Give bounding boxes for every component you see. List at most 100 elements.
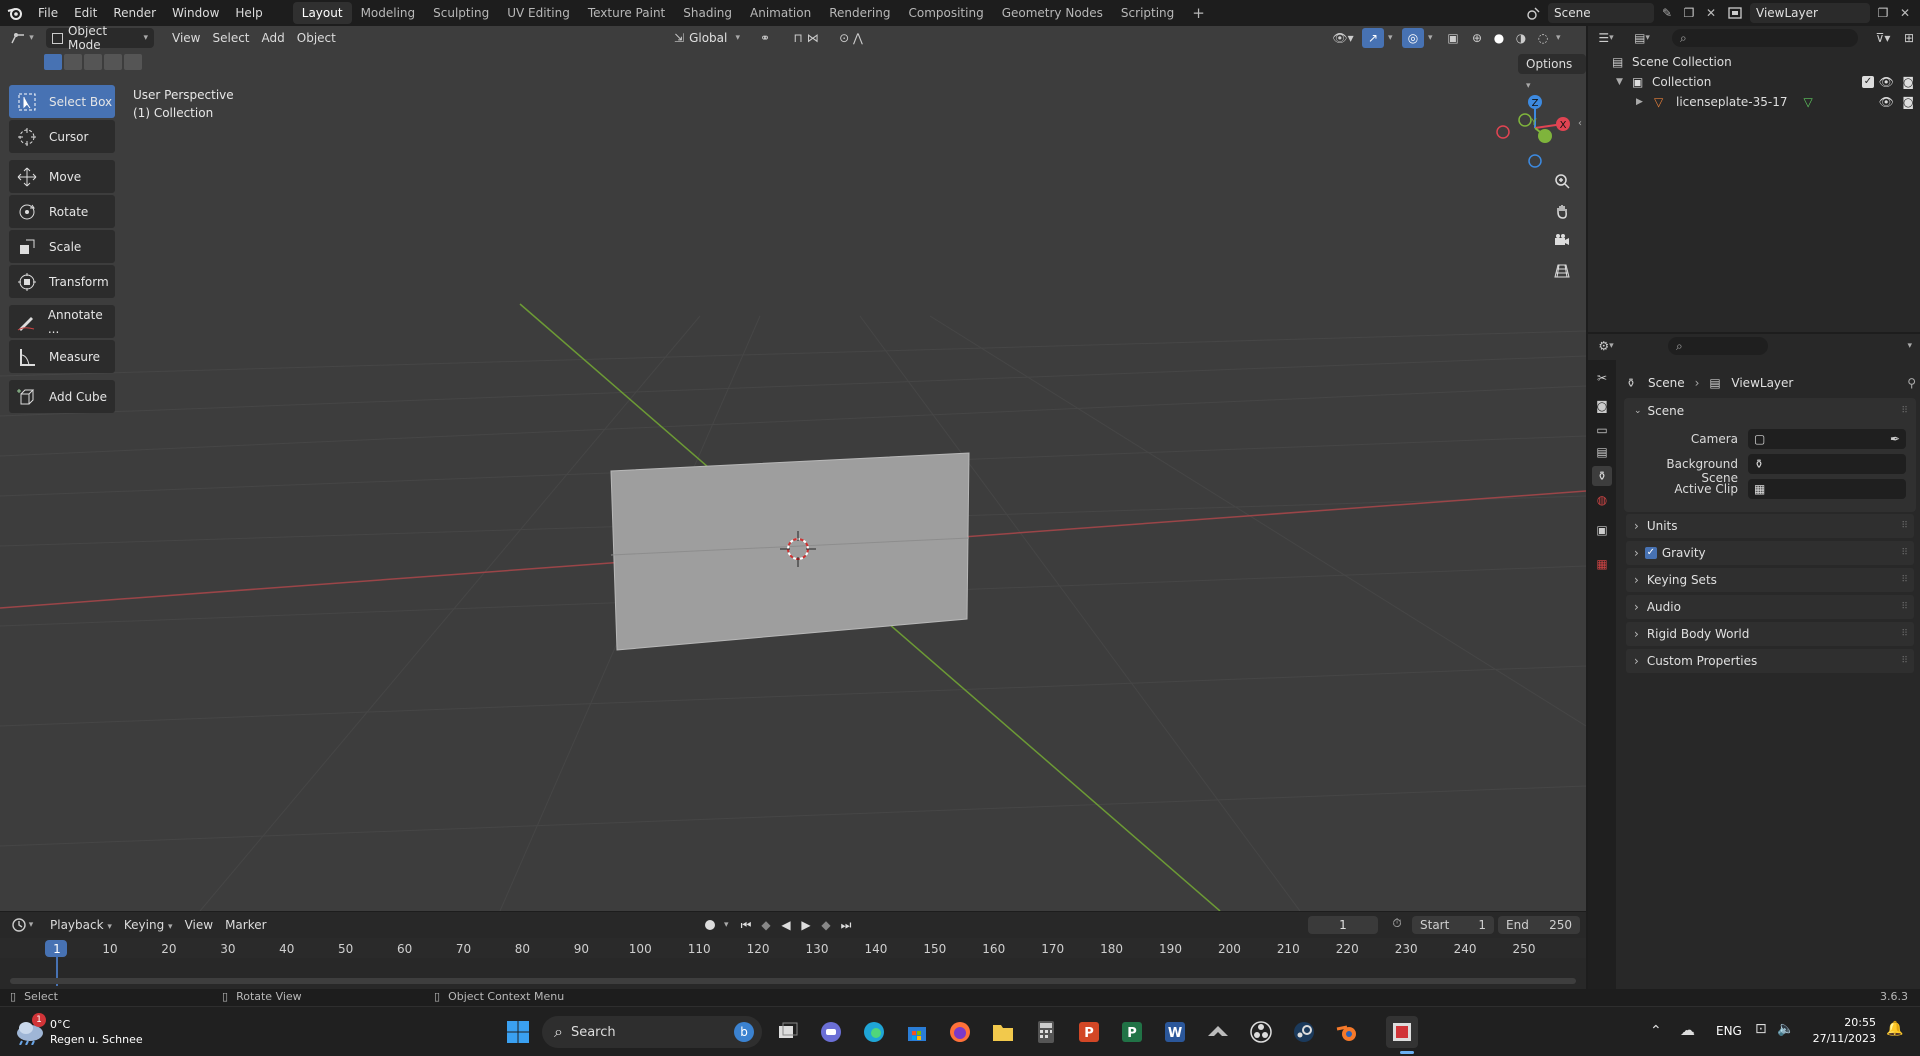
clock[interactable]: 20:55 27/11/2023 [1813, 1015, 1876, 1047]
language-indicator[interactable]: ENG [1716, 1024, 1742, 1038]
properties-search-input[interactable]: ⌕ [1668, 337, 1768, 355]
properties-editor-type-icon[interactable]: ⚙ ▾ [1588, 336, 1624, 356]
new-scene-icon[interactable]: ❐ [1680, 6, 1698, 20]
outliner-editor-type-icon[interactable]: ☰ ▾ [1588, 28, 1624, 48]
taskbar-search[interactable]: ⌕ Search b [542, 1016, 762, 1048]
stopwatch-icon[interactable]: ⏱ [1388, 916, 1406, 934]
workspace-tab-sculpting[interactable]: Sculpting [424, 2, 498, 24]
workspace-tab-modeling[interactable]: Modeling [352, 2, 425, 24]
file-explorer-icon[interactable] [987, 1016, 1019, 1048]
start-frame-field[interactable]: Start 1 [1412, 916, 1494, 934]
sidebar-toggle-icon[interactable]: ‹ [1578, 118, 1582, 129]
workspace-tab-layout[interactable]: Layout [292, 2, 352, 24]
expand-arrow-icon[interactable]: ▶ [1636, 97, 1648, 107]
visibility-eye-icon[interactable]: 👁 [1879, 95, 1894, 109]
visibility-eye-icon[interactable]: 👁 [1879, 75, 1894, 89]
tool-rotate[interactable]: Rotate [9, 195, 115, 228]
mesh-data-icon[interactable]: ▽ [1803, 95, 1812, 109]
gizmo-neg-x[interactable] [1496, 125, 1510, 139]
collection-tab-icon[interactable]: ▣ [1592, 520, 1612, 540]
weather-text[interactable]: 0°C Regen u. Schnee [50, 1017, 143, 1047]
select-invert-icon[interactable] [104, 54, 122, 70]
material-shading-icon[interactable]: ◑ [1512, 31, 1530, 45]
visibility-icon[interactable]: 👁▾ [1328, 31, 1358, 45]
tool-cursor[interactable]: Cursor [9, 120, 115, 153]
render-camera-icon[interactable]: ◙ [1902, 95, 1914, 109]
active-clip-field[interactable]: ▦ [1748, 479, 1906, 499]
blender-taskbar-icon[interactable] [1331, 1016, 1363, 1048]
mode-dropdown[interactable]: Object Mode ▾ [46, 26, 154, 52]
timeline-scrollbar[interactable] [10, 978, 1576, 984]
rendered-shading-icon[interactable]: ◌ [1534, 31, 1552, 45]
project-icon[interactable]: P [1116, 1016, 1148, 1048]
editor-type-icon[interactable]: ▾ [0, 28, 44, 48]
menu-help[interactable]: Help [227, 0, 270, 26]
new-view-layer-icon[interactable]: ❐ [1874, 6, 1892, 20]
audio-panel[interactable]: › Audio ⠿ [1626, 595, 1914, 619]
licenseplate-mesh[interactable] [610, 452, 970, 651]
drag-handle-icon[interactable]: ⠿ [1901, 656, 1908, 666]
expand-arrow-icon[interactable]: ▼ [1616, 77, 1628, 87]
tray-overflow-icon[interactable]: ⌃ [1650, 1023, 1662, 1039]
close-scene-icon[interactable]: ✕ [1702, 6, 1720, 20]
tool-measure[interactable]: Measure [9, 340, 115, 373]
scene-name-field[interactable]: Scene [1548, 3, 1654, 23]
tool-add-cube[interactable]: Add Cube [9, 380, 115, 413]
scene-tab-icon[interactable]: ⚱ [1592, 466, 1612, 486]
render-tab-icon[interactable]: ◙ [1592, 396, 1612, 416]
background-scene-field[interactable]: ⚱ [1748, 454, 1906, 474]
current-frame-field[interactable]: 1 [1308, 916, 1378, 934]
rigid-body-world-panel[interactable]: › Rigid Body World ⠿ [1626, 622, 1914, 646]
play-icon[interactable]: ▶ [798, 918, 814, 932]
tool-select-box[interactable]: Select Box [9, 85, 115, 118]
gizmo-y-axis[interactable] [1538, 129, 1552, 143]
chevron-down-icon[interactable]: ▾ [1907, 341, 1912, 351]
menu-file[interactable]: File [30, 0, 66, 26]
obs-icon[interactable] [1245, 1016, 1277, 1048]
tool-app-icon[interactable] [1202, 1016, 1234, 1048]
drag-handle-icon[interactable]: ⠿ [1901, 575, 1908, 585]
outliner-row-scene-collection[interactable]: ▤ Scene Collection [1588, 52, 1920, 72]
timeline-menu-view[interactable]: View [179, 915, 219, 935]
outliner-search-input[interactable]: ⌕ [1672, 29, 1858, 47]
viewport-menu-object[interactable]: Object [291, 28, 342, 48]
prev-keyframe-icon[interactable]: ◆ [758, 918, 774, 932]
blender-logo-icon[interactable] [0, 0, 30, 26]
gravity-checkbox[interactable]: ✓ [1644, 547, 1657, 559]
drag-handle-icon[interactable]: ⠿ [1901, 629, 1908, 639]
drag-handle-icon[interactable]: ⠿ [1901, 548, 1908, 558]
render-camera-icon[interactable]: ◙ [1902, 75, 1914, 89]
tool-scale[interactable]: Scale [9, 230, 115, 263]
zoom-icon[interactable] [1548, 167, 1576, 195]
timeline-menu-marker[interactable]: Marker [219, 915, 272, 935]
eyedropper-icon[interactable]: ✒ [1890, 432, 1900, 446]
add-workspace-button[interactable]: + [1183, 2, 1214, 24]
properties-editor[interactable]: ⚙ ▾ ⌕ ▾ ✂ ◙ ▭ ▤ ⚱ ◍ ▣ ▦ ⚱ Scene › ▤ ViewL… [1588, 334, 1920, 989]
custom-properties-panel[interactable]: › Custom Properties ⠿ [1626, 649, 1914, 673]
pivot-point-icon[interactable]: ⚭ [752, 31, 778, 45]
workspace-tab-uv-editing[interactable]: UV Editing [498, 2, 579, 24]
menu-render[interactable]: Render [105, 0, 164, 26]
calculator-icon[interactable] [1030, 1016, 1062, 1048]
powerpoint-icon[interactable]: P [1073, 1016, 1105, 1048]
network-icon[interactable]: ⊡ [1755, 1021, 1767, 1037]
view-layer-tab-icon[interactable]: ▤ [1592, 442, 1612, 462]
navigation-gizmo[interactable]: Z X Y [1490, 82, 1580, 172]
edge-browser-icon[interactable] [858, 1016, 890, 1048]
scene-panel-header[interactable]: ⌄ Scene ⠿ [1626, 400, 1914, 422]
exclude-checkbox[interactable]: ✓ [1862, 76, 1874, 88]
select-intersect-icon[interactable] [124, 54, 142, 70]
texture-tab-icon[interactable]: ▦ [1592, 554, 1612, 574]
close-view-layer-icon[interactable]: ✕ [1896, 6, 1914, 20]
perspective-toggle-icon[interactable] [1548, 257, 1576, 285]
workspace-tab-compositing[interactable]: Compositing [899, 2, 992, 24]
tool-annotate[interactable]: Annotate ... [9, 305, 115, 338]
workspace-tab-geometry-nodes[interactable]: Geometry Nodes [993, 2, 1112, 24]
3d-viewport[interactable]: ▾ Object Mode ▾ View Select Add Object ⇲… [0, 26, 1586, 911]
timeline-menu-playback[interactable]: Playback ▾ [44, 915, 118, 935]
view-layer-name-field[interactable]: ViewLayer [1750, 3, 1870, 23]
keying-sets-panel[interactable]: › Keying Sets ⠿ [1626, 568, 1914, 592]
jump-start-icon[interactable]: ⏮ [738, 918, 754, 933]
viewport-menu-select[interactable]: Select [206, 28, 255, 48]
proportional-editing-icon[interactable]: ⊙ ⋀ [834, 31, 868, 45]
